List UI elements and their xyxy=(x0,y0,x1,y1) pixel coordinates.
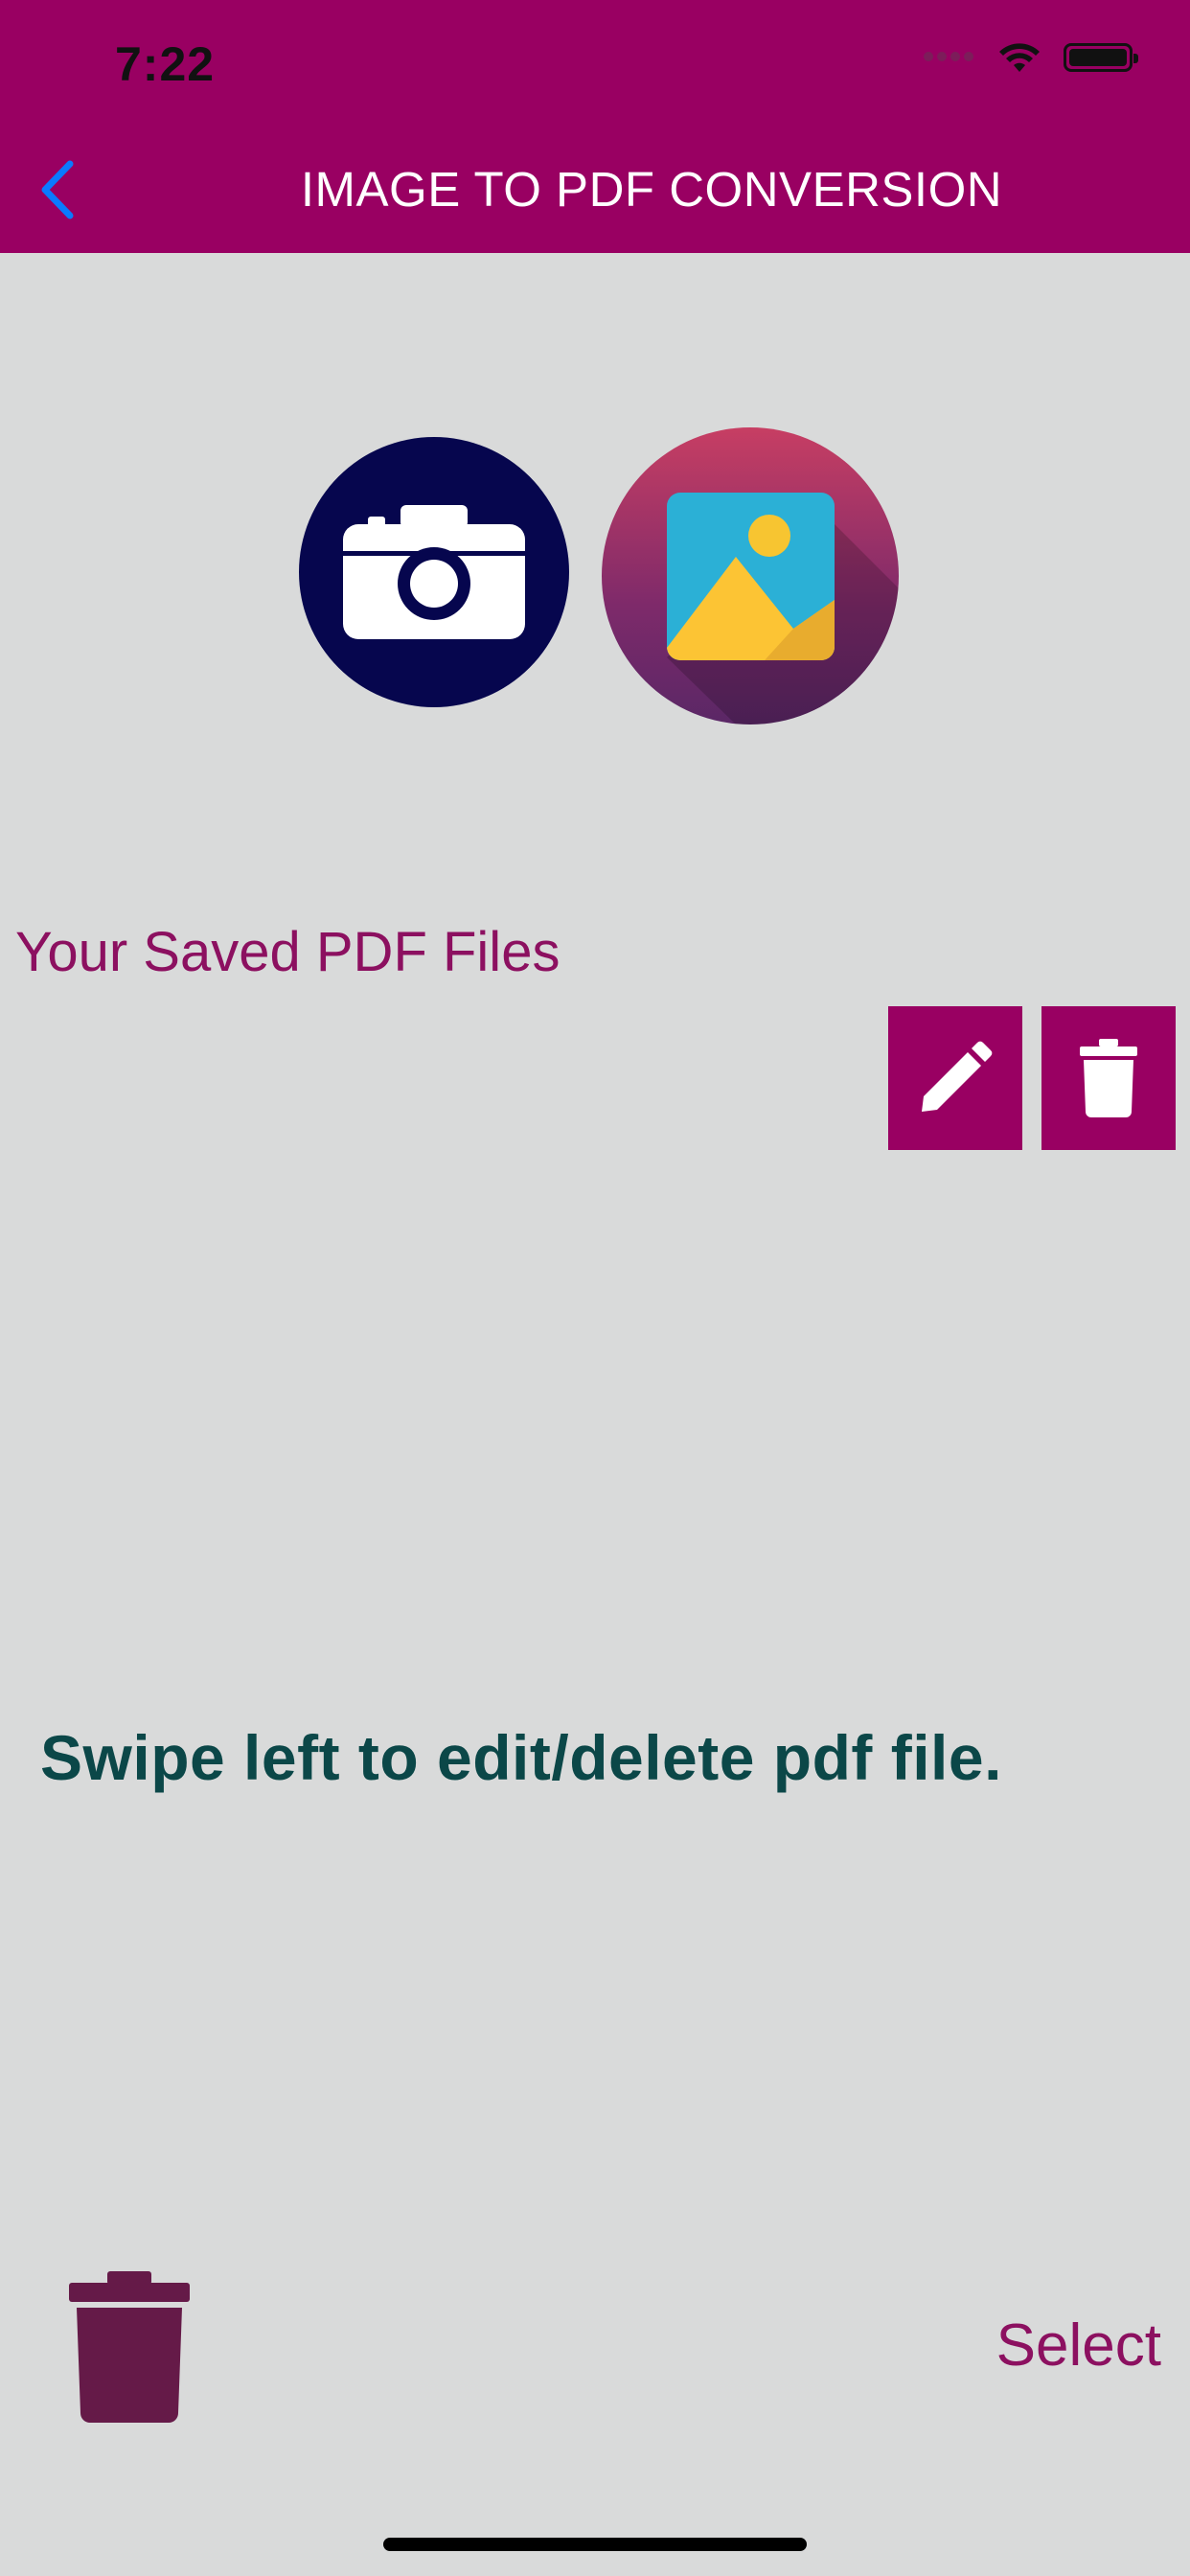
home-indicator xyxy=(383,2538,807,2551)
cellular-signal-icon xyxy=(922,49,975,66)
page-title: IMAGE TO PDF CONVERSION xyxy=(300,162,1003,217)
delete-all-button[interactable] xyxy=(67,2269,192,2425)
select-button[interactable]: Select xyxy=(996,2312,1161,2380)
edit-button[interactable] xyxy=(888,1006,1022,1150)
pencil-icon xyxy=(922,1041,993,1112)
swipe-hint: Swipe left to edit/delete pdf file. xyxy=(40,1722,1002,1793)
camera-icon xyxy=(343,505,525,639)
delete-button[interactable] xyxy=(1041,1006,1176,1150)
wifi-icon xyxy=(999,43,1040,72)
gallery-button[interactable] xyxy=(602,427,899,724)
status-time: 7:22 xyxy=(115,37,216,91)
camera-button[interactable] xyxy=(299,437,569,707)
trash-icon xyxy=(1080,1039,1137,1117)
chevron-left-icon xyxy=(41,160,74,219)
battery-icon xyxy=(1064,43,1138,72)
back-button[interactable] xyxy=(23,151,90,228)
image-icon xyxy=(667,493,899,724)
trash-icon xyxy=(69,2271,190,2423)
status-indicators xyxy=(922,40,1138,75)
saved-files-heading: Your Saved PDF Files xyxy=(15,921,561,983)
